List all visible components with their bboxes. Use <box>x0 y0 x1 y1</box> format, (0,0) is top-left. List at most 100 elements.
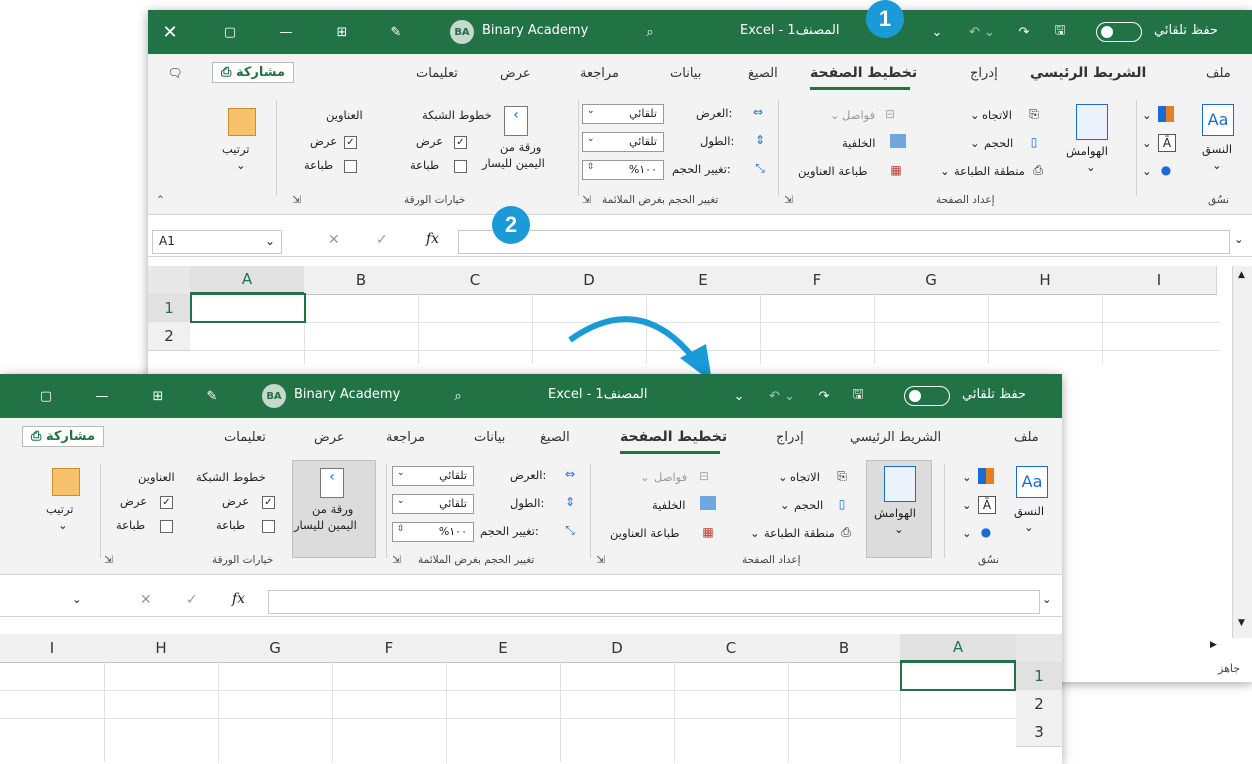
themes-dropdown-icon[interactable]: ⌄ <box>1024 520 1034 534</box>
customize-icon[interactable]: ⌄ <box>730 386 748 406</box>
restore-icon[interactable]: ▢ <box>34 386 58 406</box>
row-header-1[interactable]: 1 <box>148 294 190 323</box>
margins-button[interactable]: الهوامش <box>1066 144 1108 158</box>
effects-icon[interactable]: ● <box>1158 162 1174 178</box>
colors-icon[interactable] <box>978 468 994 484</box>
avatar[interactable]: BA <box>262 384 286 408</box>
column-header-g[interactable]: G <box>218 634 333 663</box>
tab-view[interactable]: عرض <box>314 430 345 445</box>
effects-dropdown-icon[interactable]: ⌄ <box>1142 164 1152 178</box>
redo-icon[interactable]: ↷ <box>1010 22 1038 42</box>
minimize-icon[interactable]: — <box>90 386 114 406</box>
save-icon[interactable]: 🖫 <box>846 386 870 406</box>
scale-spinner[interactable]: ⇳ %١٠٠ <box>582 160 664 180</box>
orientation-button[interactable]: الاتجاه <box>790 470 820 484</box>
fonts-icon[interactable]: Ā <box>978 496 996 514</box>
customize-icon[interactable]: ⌄ <box>928 22 946 42</box>
sheet-rtl-line2[interactable]: اليمين لليسار <box>294 518 357 532</box>
tab-data[interactable]: بيانات <box>474 430 505 445</box>
insert-function-icon[interactable]: fx <box>232 591 245 607</box>
headings-view-checkbox[interactable]: ✓ <box>344 136 357 149</box>
column-header-f[interactable]: F <box>760 266 875 295</box>
background-button[interactable]: الخلفية <box>842 136 875 150</box>
effects-dropdown-icon[interactable]: ⌄ <box>962 526 972 540</box>
margins-icon[interactable] <box>1076 104 1108 140</box>
print-titles-button[interactable]: طباعة العناوين <box>610 526 680 540</box>
active-cell-a1[interactable] <box>190 293 306 323</box>
row-header-2[interactable]: 2 <box>1016 690 1062 719</box>
row-header-1[interactable]: 1 <box>1016 662 1062 691</box>
size-dropdown-icon[interactable]: ⌄ <box>780 498 790 512</box>
margins-dropdown-icon[interactable]: ⌄ <box>894 522 904 536</box>
column-header-a[interactable]: A <box>900 634 1017 662</box>
column-header-g[interactable]: G <box>874 266 989 295</box>
breaks-button[interactable]: فواصل <box>842 108 875 122</box>
column-header-d[interactable]: D <box>532 266 647 295</box>
avatar[interactable]: BA <box>450 20 474 44</box>
orientation-dropdown-icon[interactable]: ⌄ <box>970 108 980 122</box>
tab-review[interactable]: مراجعة <box>386 430 425 445</box>
arrange-icon[interactable] <box>228 108 256 136</box>
margins-dropdown-icon[interactable]: ⌄ <box>1086 160 1096 174</box>
arrange-dropdown-icon[interactable]: ⌄ <box>236 158 246 172</box>
tab-insert[interactable]: إدراج <box>776 430 804 445</box>
tab-file[interactable]: ملف <box>1014 430 1039 445</box>
headings-print-checkbox[interactable] <box>344 160 357 173</box>
row-header-3[interactable]: 3 <box>1016 718 1062 747</box>
tab-formulas[interactable]: الصيغ <box>748 66 778 81</box>
width-dropdown[interactable]: ⌄ تلقائي <box>392 466 474 486</box>
print-area-button[interactable]: منطقة الطباعة <box>764 526 835 540</box>
insert-function-icon[interactable]: fx <box>426 231 439 247</box>
expand-formula-icon[interactable]: ⌄ <box>1234 232 1244 246</box>
breaks-dropdown-icon[interactable]: ⌄ <box>830 108 840 122</box>
margins-button[interactable]: الهوامش <box>874 506 916 520</box>
tab-help[interactable]: تعليمات <box>416 66 458 81</box>
gridlines-view-checkbox[interactable]: ✓ <box>262 496 275 509</box>
autosave-toggle[interactable] <box>1096 22 1142 42</box>
themes-icon[interactable]: Aa <box>1016 466 1048 498</box>
collapse-ribbon-icon[interactable]: ⌃ <box>156 194 165 206</box>
scale-launcher[interactable]: ⇲ <box>392 554 401 566</box>
margins-icon[interactable] <box>884 466 916 502</box>
tab-help[interactable]: تعليمات <box>224 430 266 445</box>
gridlines-print-checkbox[interactable] <box>262 520 275 533</box>
page-setup-launcher[interactable]: ⇲ <box>596 554 605 566</box>
select-all-corner[interactable] <box>1016 634 1062 663</box>
fonts-dropdown-icon[interactable]: ⌄ <box>1142 136 1152 150</box>
undo-icon[interactable]: ↶ ⌄ <box>768 386 796 406</box>
breaks-dropdown-icon[interactable]: ⌄ <box>640 470 650 484</box>
autosave-toggle[interactable] <box>904 386 950 406</box>
print-area-button[interactable]: منطقة الطباعة <box>954 164 1025 178</box>
sheet-rtl-line2[interactable]: اليمين لليسار <box>482 156 545 170</box>
comments-icon[interactable]: 🗨 <box>166 64 184 82</box>
column-header-b[interactable]: B <box>788 634 901 663</box>
column-header-d[interactable]: D <box>560 634 675 663</box>
cancel-entry-icon[interactable]: ✕ <box>328 232 340 248</box>
column-header-b[interactable]: B <box>304 266 419 295</box>
fonts-dropdown-icon[interactable]: ⌄ <box>962 498 972 512</box>
background-button[interactable]: الخلفية <box>652 498 685 512</box>
tab-home[interactable]: الشريط الرئيسي <box>1030 65 1146 81</box>
share-button[interactable]: ⎙ مشاركة <box>22 426 105 447</box>
ribbon-display-icon[interactable]: ⊞ <box>146 386 170 406</box>
themes-button[interactable]: النسق <box>1202 142 1232 156</box>
themes-icon[interactable]: Aa <box>1202 104 1234 136</box>
effects-icon[interactable]: ● <box>978 524 994 540</box>
orientation-dropdown-icon[interactable]: ⌄ <box>778 470 788 484</box>
fonts-icon[interactable]: Ā <box>1158 134 1176 152</box>
restore-icon[interactable]: ▢ <box>218 22 242 42</box>
active-cell-a1[interactable] <box>900 661 1016 691</box>
tab-page-layout[interactable]: تخطيط الصفحة <box>810 65 917 81</box>
print-area-dropdown-icon[interactable]: ⌄ <box>940 164 950 178</box>
size-button[interactable]: الحجم <box>984 136 1013 150</box>
tab-formulas[interactable]: الصيغ <box>540 430 570 445</box>
share-button[interactable]: ⎙ مشاركة <box>212 62 295 83</box>
arrange-button[interactable]: ترتيب <box>222 142 250 156</box>
tab-view[interactable]: عرض <box>500 66 531 81</box>
cancel-entry-icon[interactable]: ✕ <box>140 592 152 608</box>
name-box-dropdown-icon[interactable]: ⌄ <box>72 592 82 606</box>
tab-page-layout[interactable]: تخطيط الصفحة <box>620 429 727 445</box>
column-header-i[interactable]: I <box>0 634 105 663</box>
print-area-dropdown-icon[interactable]: ⌄ <box>750 526 760 540</box>
column-header-e[interactable]: E <box>646 266 761 295</box>
